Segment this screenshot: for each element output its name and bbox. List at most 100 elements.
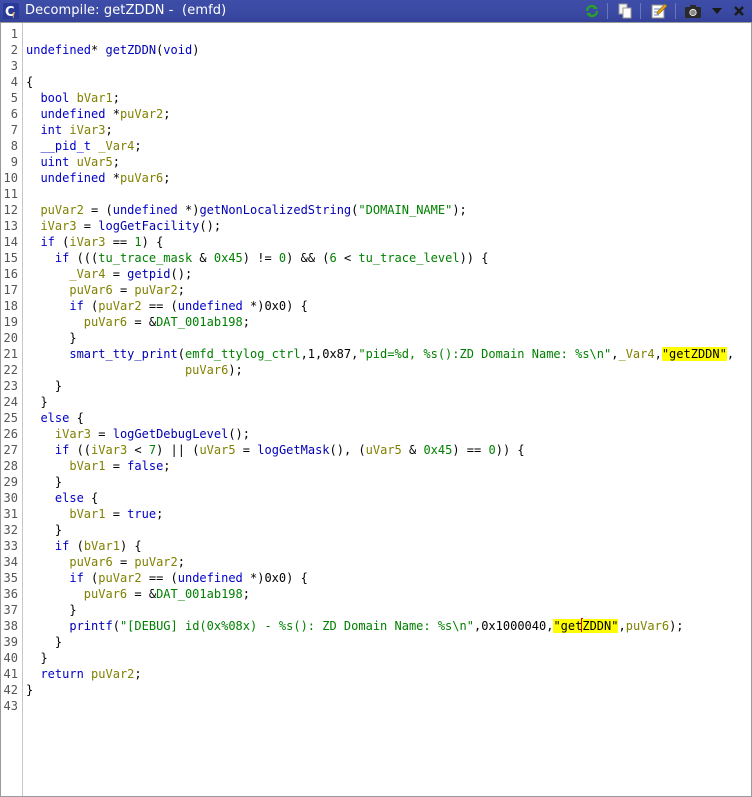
code-line[interactable]: 38 printf("[DEBUG] id(0x%08x) - %s(): ZD… — [1, 618, 751, 634]
token-str[interactable]: "DOMAIN_NAME" — [358, 203, 452, 217]
token-fn[interactable]: logGetDebugLevel — [113, 427, 229, 441]
code-line[interactable]: 16 _Var4 = getpid(); — [1, 266, 751, 282]
code-line[interactable]: 27 if ((iVar3 < 7) || (uVar5 = logGetMas… — [1, 442, 751, 458]
token-kw[interactable]: if — [55, 251, 69, 265]
token-var[interactable]: bVar1 — [77, 91, 113, 105]
token-fn[interactable]: printf — [69, 619, 112, 633]
code-line[interactable]: 14 if (iVar3 == 1) { — [1, 234, 751, 250]
token-var[interactable]: iVar3 — [40, 219, 76, 233]
code-line[interactable]: 22 puVar6); — [1, 362, 751, 378]
token-var[interactable]: puVar2 — [98, 571, 141, 585]
refresh-button[interactable] — [582, 2, 602, 20]
code-line[interactable]: 26 iVar3 = logGetDebugLevel(); — [1, 426, 751, 442]
token-glob[interactable]: tu_trace_level — [358, 251, 459, 265]
token-var[interactable]: puVar6 — [120, 171, 163, 185]
token-ty[interactable]: undefined — [178, 571, 243, 585]
copy-button[interactable] — [615, 2, 635, 20]
token-var[interactable]: puVar2 — [134, 283, 177, 297]
code-line[interactable]: 43 — [1, 698, 751, 714]
token-kw[interactable]: if — [69, 571, 83, 585]
code-line[interactable]: 30 else { — [1, 490, 751, 506]
edit-signature-button[interactable] — [649, 2, 669, 20]
token-ty[interactable]: bool — [40, 91, 69, 105]
token-ty[interactable]: undefined — [178, 299, 243, 313]
token-kw[interactable]: if — [69, 299, 83, 313]
decompiler-listing[interactable]: 1 2 undefined* getZDDN(void) 3 4{5 bool bVar… — [0, 22, 752, 797]
token-glob[interactable]: emfd_ttylog_ctrl — [185, 347, 301, 361]
token-var[interactable]: puVar2 — [120, 107, 163, 121]
code-line[interactable]: 13 iVar3 = logGetFacility(); — [1, 218, 751, 234]
token-ty[interactable]: undefined — [40, 171, 105, 185]
token-str[interactable]: "[DEBUG] id(0x%08x) - %s(): ZD Domain Na… — [120, 619, 474, 633]
code-line[interactable]: 8 __pid_t _Var4; — [1, 138, 751, 154]
token-var[interactable]: iVar3 — [69, 235, 105, 249]
token-ty[interactable]: undefined — [40, 107, 105, 121]
code-line[interactable]: 18 if (puVar2 == (undefined *)0x0) { — [1, 298, 751, 314]
code-line[interactable]: 23 } — [1, 378, 751, 394]
highlighted-token[interactable]: ZDDN" — [582, 619, 619, 633]
token-var[interactable]: puVar6 — [626, 619, 669, 633]
code-line[interactable]: 25 else { — [1, 410, 751, 426]
code-line[interactable]: 42} — [1, 682, 751, 698]
code-line[interactable]: 1 — [1, 26, 751, 42]
token-kw[interactable]: if — [55, 539, 69, 553]
token-var[interactable]: puVar6 — [69, 555, 112, 569]
token-var[interactable]: _Var4 — [618, 347, 654, 361]
code-line[interactable]: 9 uint uVar5; — [1, 154, 751, 170]
code-line[interactable]: 15 if (((tu_trace_mask & 0x45) != 0) && … — [1, 250, 751, 266]
token-kw[interactable]: return — [40, 667, 83, 681]
token-fn[interactable]: logGetFacility — [98, 219, 199, 233]
token-fn[interactable]: smart_tty_print — [69, 347, 177, 361]
token-var[interactable]: bVar1 — [84, 539, 120, 553]
code-line[interactable]: 39 } — [1, 634, 751, 650]
token-var[interactable]: _Var4 — [98, 139, 134, 153]
highlighted-token[interactable]: "getZDDN" — [661, 347, 727, 361]
token-str[interactable]: "pid=%d, %s():ZD Domain Name: %s\n" — [358, 347, 611, 361]
code-line[interactable]: 17 puVar6 = puVar2; — [1, 282, 751, 298]
token-var[interactable]: uVar5 — [366, 443, 402, 457]
token-var[interactable]: uVar5 — [77, 155, 113, 169]
code-line[interactable]: 28 bVar1 = false; — [1, 458, 751, 474]
token-var[interactable]: bVar1 — [69, 459, 105, 473]
token-fn[interactable]: getpid — [127, 267, 170, 281]
code-line[interactable]: 24 } — [1, 394, 751, 410]
token-var[interactable]: _Var4 — [69, 267, 105, 281]
token-ty[interactable]: uint — [40, 155, 69, 169]
code-line[interactable]: 41 return puVar2; — [1, 666, 751, 682]
code-line[interactable]: 40 } — [1, 650, 751, 666]
code-line[interactable]: 20 } — [1, 330, 751, 346]
token-kw[interactable]: else — [55, 491, 84, 505]
token-fn[interactable]: getNonLocalizedString — [199, 203, 351, 217]
token-fn[interactable]: getZDDN — [105, 43, 156, 57]
token-glob[interactable]: tu_trace_mask — [98, 251, 192, 265]
token-var[interactable]: puVar6 — [69, 283, 112, 297]
code-line[interactable]: 31 bVar1 = true; — [1, 506, 751, 522]
token-kw[interactable]: false — [127, 459, 163, 473]
token-var[interactable]: puVar2 — [98, 299, 141, 313]
code-line[interactable]: 2 undefined* getZDDN(void) — [1, 42, 751, 58]
code-line[interactable]: 12 puVar2 = (undefined *)getNonLocalized… — [1, 202, 751, 218]
code-line[interactable]: 6 undefined *puVar2; — [1, 106, 751, 122]
token-kw[interactable]: if — [55, 443, 69, 457]
token-var[interactable]: uVar5 — [199, 443, 235, 457]
token-ty[interactable]: undefined — [113, 203, 178, 217]
token-var[interactable]: puVar2 — [134, 555, 177, 569]
token-ty[interactable]: __pid_t — [40, 139, 91, 153]
token-ty[interactable]: int — [40, 123, 62, 137]
token-var[interactable]: puVar6 — [84, 315, 127, 329]
token-kw[interactable]: if — [40, 235, 54, 249]
code-line[interactable]: 10 undefined *puVar6; — [1, 170, 751, 186]
code-line[interactable]: 34 puVar6 = puVar2; — [1, 554, 751, 570]
token-glob[interactable]: DAT_001ab198 — [156, 587, 243, 601]
code-line[interactable]: 4{ — [1, 74, 751, 90]
code-line[interactable]: 11 — [1, 186, 751, 202]
code-line[interactable]: 33 if (bVar1) { — [1, 538, 751, 554]
token-ty[interactable]: void — [163, 43, 192, 57]
close-button[interactable] — [729, 2, 749, 20]
code-line[interactable]: 35 if (puVar2 == (undefined *)0x0) { — [1, 570, 751, 586]
code-line[interactable]: 3 — [1, 58, 751, 74]
token-var[interactable]: puVar2 — [91, 667, 134, 681]
token-var[interactable]: iVar3 — [91, 443, 127, 457]
token-var[interactable]: bVar1 — [69, 507, 105, 521]
token-fn[interactable]: logGetMask — [257, 443, 329, 457]
